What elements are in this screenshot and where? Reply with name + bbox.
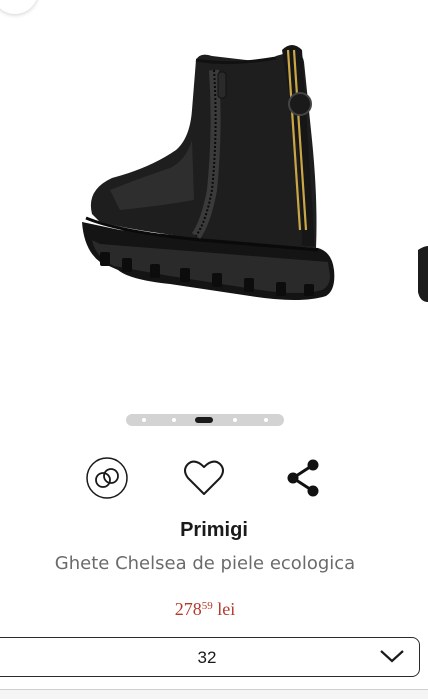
product-image-boot <box>82 45 428 302</box>
gallery-pagination[interactable] <box>126 414 284 426</box>
brand-name[interactable]: Primigi <box>0 519 428 542</box>
size-selector[interactable]: 32 <box>0 637 420 677</box>
product-title: Ghete Chelsea de piele ecologica <box>54 553 356 574</box>
product-image-gallery[interactable] <box>0 0 428 400</box>
pagination-dot[interactable] <box>142 418 146 422</box>
product-price: 27859 lei <box>0 599 410 620</box>
compare-button[interactable] <box>84 455 130 501</box>
share-button[interactable] <box>280 455 326 501</box>
heart-icon <box>184 460 224 495</box>
favorite-button[interactable] <box>181 455 227 501</box>
bottom-bar <box>0 689 428 699</box>
share-icon <box>287 459 319 497</box>
price-currency: lei <box>217 599 236 619</box>
price-cents: 59 <box>201 600 213 612</box>
compare-rings-icon <box>86 457 128 499</box>
pagination-dot[interactable] <box>233 418 237 422</box>
pagination-dot[interactable] <box>264 418 268 422</box>
selected-size: 32 <box>197 648 217 667</box>
chevron-down-icon <box>380 650 404 663</box>
pagination-dot-active[interactable] <box>195 417 213 423</box>
product-page: Primigi Ghete Chelsea de piele ecologica… <box>0 0 428 699</box>
price-main: 278 <box>174 599 202 619</box>
pagination-dot[interactable] <box>172 418 176 422</box>
